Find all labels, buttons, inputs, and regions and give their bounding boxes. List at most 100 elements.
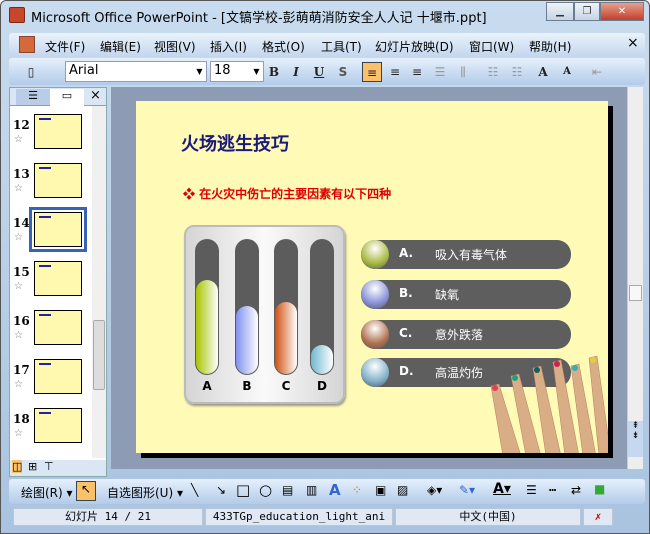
pane-tabs: ☰ ▭ × xyxy=(10,88,106,106)
slide-thumbnail-image[interactable] xyxy=(34,408,82,443)
text-direction-icon[interactable]: ⫼ xyxy=(453,62,473,82)
animation-star-icon: ☆ xyxy=(14,183,23,194)
align-center-button[interactable]: ≡ xyxy=(385,62,405,82)
underline-button[interactable]: U xyxy=(309,62,329,82)
option-text: 缺氧 xyxy=(435,288,460,302)
close-document-button[interactable]: × xyxy=(627,35,639,51)
decrease-indent-icon[interactable]: ⇤ xyxy=(587,62,607,82)
chevron-down-icon: ▼ xyxy=(196,67,203,76)
menu-tools[interactable]: 工具(T) xyxy=(321,38,362,55)
dash-style-icon[interactable]: ┅ xyxy=(549,483,556,497)
slide-number: 14 xyxy=(13,216,30,230)
line-color-icon[interactable]: ✎▾ xyxy=(459,483,475,497)
font-color-icon[interactable]: A▾ xyxy=(493,481,511,497)
slide-thumbnail-image[interactable] xyxy=(34,114,82,149)
thumbnail-scrollbar[interactable] xyxy=(92,106,106,458)
slide-editor: 火场逃生技巧 ❖ 在火灾中伤亡的主要因素有以下四种 A B C D A. 吸入有毒气体 B… xyxy=(111,87,627,469)
slide-thumbnail-15[interactable]: 15 ☆ xyxy=(10,261,96,301)
menu-view[interactable]: 视图(V) xyxy=(154,38,196,55)
slide-thumbnail-image[interactable] xyxy=(34,261,82,296)
fill-color-icon[interactable]: ◈▾ xyxy=(427,483,442,497)
slide-thumbnail-image[interactable] xyxy=(34,359,82,394)
diagram-icon[interactable]: ⁘ xyxy=(352,483,362,497)
slide-bullet[interactable]: ❖ 在火灾中伤亡的主要因素有以下四种 xyxy=(183,185,391,202)
shadow-button[interactable]: S xyxy=(333,62,353,82)
line-icon[interactable]: ╲ xyxy=(191,483,198,497)
slide-thumbnail-image[interactable] xyxy=(34,310,82,345)
slide-thumbnail-17[interactable]: 17 ☆ xyxy=(10,359,96,399)
distribute-icon[interactable]: ☰ xyxy=(430,62,450,82)
menu-format[interactable]: 格式(O) xyxy=(262,38,305,55)
slide-thumbnail-12[interactable]: 12 ☆ xyxy=(10,114,96,154)
close-pane-icon[interactable]: × xyxy=(90,88,101,103)
new-icon[interactable]: ▯ xyxy=(21,62,41,82)
menu-help[interactable]: 帮助(H) xyxy=(529,38,571,55)
option-C[interactable]: C. 意外跌落 xyxy=(361,320,571,349)
close-button[interactable]: ✕ xyxy=(600,2,644,21)
chevron-down-icon: ▼ xyxy=(253,67,260,76)
menu-edit[interactable]: 编辑(E) xyxy=(100,38,141,55)
bar-fill-D xyxy=(311,344,333,374)
slide-number: 17 xyxy=(13,363,30,377)
prev-next-slide-buttons[interactable]: ⇞ ⇟ xyxy=(628,421,643,457)
slide-thumbnail-18[interactable]: 18 ☆ xyxy=(10,408,96,448)
bar-label: B xyxy=(242,379,252,393)
bullets-icon[interactable]: ☷ xyxy=(507,62,527,82)
animation-star-icon: ☆ xyxy=(14,379,23,390)
increase-font-icon[interactable]: A xyxy=(533,62,553,82)
scrollbar-thumb[interactable] xyxy=(93,320,105,390)
slide-thumbnail-16[interactable]: 16 ☆ xyxy=(10,310,96,350)
numbering-icon[interactable]: ☷ xyxy=(483,62,503,82)
outline-tab[interactable]: ☰ xyxy=(16,89,50,105)
wordart-icon[interactable]: A xyxy=(329,481,341,499)
clipart-icon[interactable]: ▣ xyxy=(375,483,386,497)
slide-thumbnail-13[interactable]: 13 ☆ xyxy=(10,163,96,203)
view-buttons: ◫ ⊞ ⊤ xyxy=(10,460,106,476)
slides-tab[interactable]: ▭ xyxy=(50,89,84,106)
slide-title[interactable]: 火场逃生技巧 xyxy=(181,130,289,156)
arrow-icon[interactable]: ↘ xyxy=(216,483,226,497)
scrollbar-thumb[interactable] xyxy=(629,285,642,301)
arrow-style-icon[interactable]: ⇄ xyxy=(571,483,581,497)
editor-scrollbar[interactable]: ⇞ ⇟ xyxy=(627,87,643,469)
decrease-font-icon[interactable]: A xyxy=(557,62,577,82)
textbox-icon[interactable]: ▤ xyxy=(282,483,293,497)
menu-window[interactable]: 窗口(W) xyxy=(469,38,514,55)
italic-button[interactable]: I xyxy=(286,62,306,82)
option-A[interactable]: A. 吸入有毒气体 xyxy=(361,240,571,269)
bold-button[interactable]: B xyxy=(264,62,284,82)
line-style-icon[interactable]: ☰ xyxy=(526,483,537,497)
slide-thumbnail-image[interactable] xyxy=(29,207,87,252)
font-select[interactable]: Arial ▼ xyxy=(65,61,207,82)
shadow-style-icon[interactable]: ■ xyxy=(594,482,605,496)
slide-canvas[interactable]: 火场逃生技巧 ❖ 在火灾中伤亡的主要因素有以下四种 A B C D A. 吸入有毒气体 B… xyxy=(136,101,608,453)
select-pointer-icon[interactable]: ↖ xyxy=(76,481,96,501)
option-B[interactable]: B. 缺氧 xyxy=(361,280,571,309)
animation-star-icon: ☆ xyxy=(14,134,23,145)
restore-button[interactable]: ❐ xyxy=(574,2,600,21)
draw-menu[interactable]: 绘图(R) ▾ xyxy=(21,484,73,501)
oval-icon[interactable]: ○ xyxy=(259,481,272,499)
slide-thumbnail-14[interactable]: 14 ☆ xyxy=(10,207,96,252)
minimize-button[interactable]: ▁ xyxy=(546,2,574,21)
slide-sorter-icon[interactable]: ⊞ xyxy=(28,460,37,473)
option-ball-icon xyxy=(361,358,389,387)
vertical-textbox-icon[interactable]: ▥ xyxy=(306,483,317,497)
slideshow-icon[interactable]: ⊤ xyxy=(44,460,54,473)
menu-insert[interactable]: 插入(I) xyxy=(210,38,247,55)
menu-slideshow[interactable]: 幻灯片放映(D) xyxy=(375,38,454,55)
menu-file[interactable]: 文件(F) xyxy=(45,38,85,55)
template-name: 433TGp_education_light_ani xyxy=(205,508,393,526)
drawing-toolbar: 绘图(R) ▾ ↖ 自选图形(U) ▾ ╲ ↘ □ ○ ▤ ▥ A ⁘ ▣ ▨ … xyxy=(9,479,645,504)
slide-thumbnail-image[interactable] xyxy=(34,163,82,198)
normal-view-icon[interactable]: ◫ xyxy=(12,460,23,473)
rectangle-icon[interactable]: □ xyxy=(236,481,250,499)
status-bar: 幻灯片 14 / 21 433TGp_education_light_ani 中… xyxy=(9,506,645,528)
picture-icon[interactable]: ▨ xyxy=(397,483,408,497)
autoshapes-menu[interactable]: 自选图形(U) ▾ xyxy=(107,484,183,501)
align-right-button[interactable]: ≡ xyxy=(407,62,427,82)
font-size-select[interactable]: 18 ▼ xyxy=(210,61,264,82)
bar-fill-A xyxy=(196,280,218,374)
align-left-button[interactable]: ≡ xyxy=(362,62,382,82)
bar-label: D xyxy=(317,379,327,393)
